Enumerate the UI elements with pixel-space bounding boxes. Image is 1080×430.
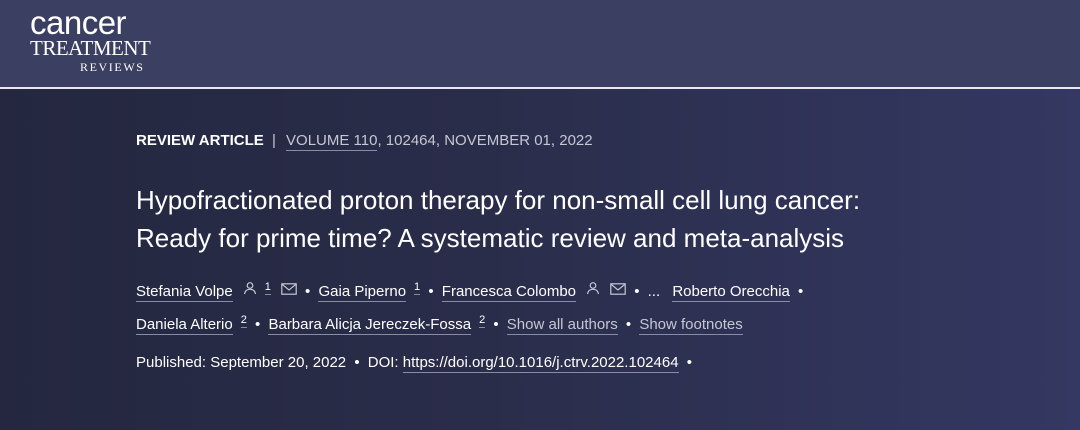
author-bullet: • — [493, 316, 499, 333]
author-item: Daniela Alterio 2 — [136, 314, 247, 335]
author-bullet: • — [625, 316, 632, 333]
mail-icon[interactable] — [281, 275, 297, 306]
author-link-orecchia[interactable]: Roberto Orecchia — [672, 283, 790, 302]
affiliation-sup[interactable]: 2 — [240, 314, 247, 328]
show-footnotes-link[interactable]: Show footnotes — [639, 316, 743, 335]
article-title-line-2: Ready for prime time? A systematic revie… — [136, 223, 845, 253]
author-link-jereczek-fossa[interactable]: Barbara Alicja Jereczek-Fossa — [268, 316, 472, 335]
published-date: Published: September 20, 2022 — [136, 354, 347, 371]
doi-link[interactable]: https://doi.org/10.1016/j.ctrv.2022.1024… — [402, 354, 679, 373]
author-item: Stefania Volpe 1 — [136, 281, 297, 302]
journal-header: cancer TREATMENT REVIEWS — [0, 0, 1080, 87]
author-bullet: • — [428, 283, 434, 300]
author-link-volpe[interactable]: Stefania Volpe — [136, 283, 233, 302]
article-type: REVIEW ARTICLE — [136, 132, 264, 149]
pub-bullet: • — [686, 354, 692, 371]
author-item: Barbara Alicja Jereczek-Fossa 2 — [268, 314, 486, 335]
author-item: Gaia Piperno 1 — [318, 281, 421, 302]
logo-text-cancer: cancer — [30, 4, 127, 41]
person-icon[interactable] — [586, 275, 600, 306]
doi-label: DOI: — [367, 354, 399, 371]
issue-info: , 102464, NOVEMBER 01, 2022 — [377, 132, 593, 149]
author-list: Stefania Volpe 1 • Gaia Piperno 1 • France… — [136, 276, 1036, 342]
author-link-colombo[interactable]: Francesca Colombo — [441, 283, 577, 302]
author-bullet: • — [798, 283, 804, 300]
article-meta: REVIEW ARTICLE | VOLUME 110, 102464, NOV… — [136, 132, 593, 151]
person-icon[interactable] — [243, 275, 257, 306]
affiliation-sup[interactable]: 1 — [414, 281, 421, 295]
author-item: Roberto Orecchia — [672, 283, 790, 302]
author-bullet: • — [255, 316, 261, 333]
journal-logo[interactable]: cancer TREATMENT REVIEWS — [30, 6, 160, 74]
pub-bullet: • — [354, 354, 360, 371]
author-bullet: • — [634, 283, 640, 300]
logo-text-treatment: TREATMENT — [30, 36, 151, 60]
affiliation-sup[interactable]: 2 — [479, 314, 486, 328]
logo-text-reviews: REVIEWS — [80, 60, 145, 74]
author-item: Francesca Colombo — [441, 281, 626, 302]
article-title-line-1: Hypofractionated proton therapy for non-… — [136, 185, 861, 215]
author-link-alterio[interactable]: Daniela Alterio — [136, 316, 233, 335]
author-link-piperno[interactable]: Gaia Piperno — [318, 283, 407, 302]
meta-separator: | — [271, 132, 276, 149]
affiliation-sup[interactable]: 1 — [264, 281, 271, 295]
publication-info: Published: September 20, 2022 • DOI: htt… — [136, 354, 696, 373]
volume-link[interactable]: VOLUME 110 — [286, 132, 378, 151]
author-ellipsis: ... — [647, 283, 661, 300]
mail-icon[interactable] — [610, 275, 626, 306]
article-title: Hypofractionated proton therapy for non-… — [136, 181, 1016, 257]
show-all-authors-link[interactable]: Show all authors — [506, 316, 618, 335]
author-bullet: • — [305, 283, 311, 300]
